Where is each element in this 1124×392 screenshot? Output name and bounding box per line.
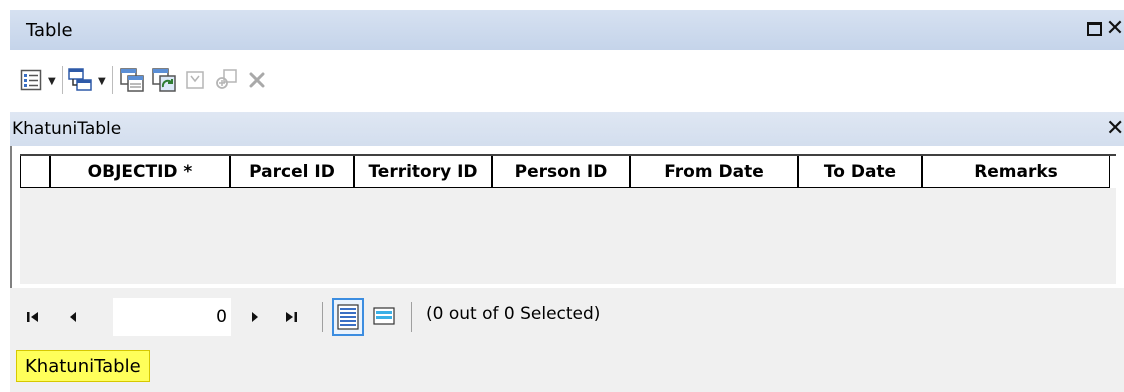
- first-record-icon[interactable]: [22, 306, 44, 328]
- zoom-to-selected-icon[interactable]: [212, 65, 240, 95]
- table-options-icon[interactable]: [18, 65, 44, 95]
- delete-selected-icon[interactable]: [244, 65, 270, 95]
- last-record-icon[interactable]: [280, 306, 302, 328]
- table-options-dropdown-icon[interactable]: ▼: [48, 76, 56, 87]
- previous-record-icon[interactable]: [62, 306, 84, 328]
- column-header-territory-id[interactable]: Territory ID: [354, 156, 492, 188]
- related-tables-dropdown-icon[interactable]: ▼: [98, 76, 106, 87]
- current-record-input[interactable]: [113, 298, 231, 336]
- table-tab-strip: KhatuniTable: [10, 346, 1124, 392]
- record-navigation-bar: (0 out of 0 Selected): [10, 288, 1124, 346]
- show-selected-records-icon[interactable]: [368, 298, 400, 336]
- table-window: Table ✕ ▼ ▼ KhatuniTable ✕ OBJECTID * Pa…: [0, 0, 1124, 392]
- table-tab-khatunitable[interactable]: KhatuniTable: [16, 350, 150, 382]
- close-icon[interactable]: ✕: [1104, 18, 1124, 40]
- maximize-icon: [1086, 22, 1102, 36]
- toolbar-separator: [112, 66, 113, 94]
- column-header-to-date[interactable]: To Date: [798, 156, 922, 188]
- switch-selection-icon[interactable]: [150, 65, 178, 95]
- column-header-objectid[interactable]: OBJECTID *: [50, 156, 230, 188]
- maximize-button[interactable]: [1083, 18, 1105, 40]
- row-selector-header[interactable]: [20, 156, 50, 188]
- table-toolbar: ▼ ▼: [10, 50, 1124, 112]
- table-name-label: KhatuniTable: [12, 119, 122, 139]
- column-header-parcel-id[interactable]: Parcel ID: [230, 156, 354, 188]
- related-tables-icon[interactable]: [66, 65, 94, 95]
- nav-separator: [411, 302, 412, 332]
- grid-header: OBJECTID * Parcel ID Territory ID Person…: [20, 154, 1116, 188]
- column-header-remarks[interactable]: Remarks: [922, 156, 1110, 188]
- attribute-table-grid: OBJECTID * Parcel ID Territory ID Person…: [10, 146, 1124, 288]
- grid-body[interactable]: [20, 188, 1116, 284]
- column-header-person-id[interactable]: Person ID: [492, 156, 630, 188]
- show-all-records-icon[interactable]: [332, 298, 364, 336]
- clear-selection-icon[interactable]: [182, 65, 208, 95]
- nav-separator: [322, 302, 323, 332]
- close-table-icon[interactable]: ✕: [1106, 116, 1124, 141]
- column-header-from-date[interactable]: From Date: [630, 156, 798, 188]
- selection-count-text: (0 out of 0 Selected): [426, 304, 601, 324]
- table-tab-header: KhatuniTable ✕: [10, 112, 1124, 146]
- title-bar: Table ✕: [10, 10, 1124, 50]
- next-record-icon[interactable]: [244, 306, 266, 328]
- window-title: Table: [26, 20, 73, 41]
- select-by-attributes-icon[interactable]: [118, 65, 146, 95]
- toolbar-separator: [62, 66, 63, 94]
